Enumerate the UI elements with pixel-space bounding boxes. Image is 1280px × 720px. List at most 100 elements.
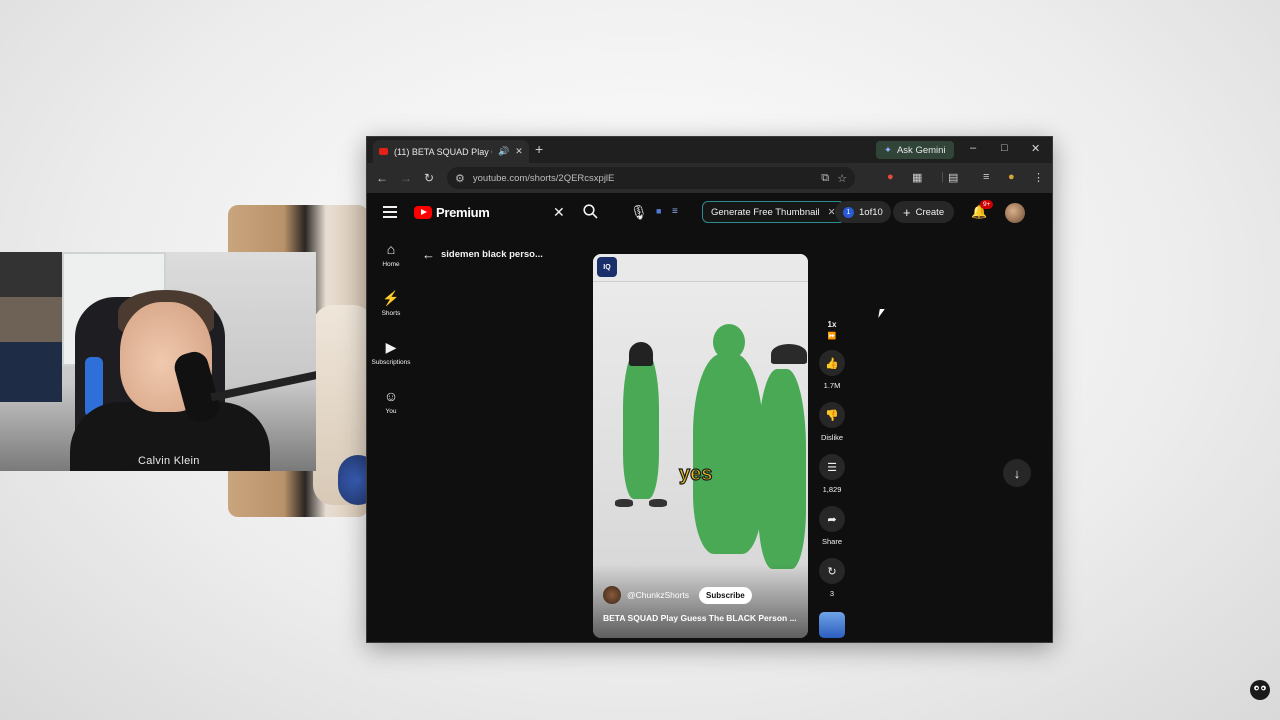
forward-icon[interactable]: → xyxy=(400,171,412,185)
ask-gemini-label: Ask Gemini xyxy=(896,144,946,156)
account-avatar[interactable] xyxy=(1005,203,1025,223)
youtube-play-logo-icon xyxy=(414,206,432,219)
share-button[interactable]: ➦ Share xyxy=(817,506,847,546)
logo-word: Premium xyxy=(436,205,490,220)
like-button[interactable]: 👍 1.7M xyxy=(817,350,847,390)
share-arrow-icon: ➦ xyxy=(819,506,845,532)
youtube-premium-logo[interactable]: Premium xyxy=(414,205,490,220)
maximize-icon[interactable]: □ xyxy=(1001,142,1008,154)
playback-speed-button[interactable]: 1x ⏩ xyxy=(817,314,847,340)
home-icon: ⌂ xyxy=(386,241,396,257)
sidebar-item-label: Subscriptions xyxy=(371,359,411,366)
arrow-down-icon: ↓ xyxy=(1013,465,1021,481)
back-arrow-icon[interactable]: ← xyxy=(422,247,435,262)
green-suit-head xyxy=(713,324,745,360)
minimize-icon[interactable]: – xyxy=(970,142,976,154)
iq-badge[interactable]: IQ xyxy=(597,257,617,277)
reading-list-icon[interactable]: ≡ xyxy=(983,171,989,183)
extension-red-icon[interactable]: ● xyxy=(887,171,894,183)
subscribe-button[interactable]: Subscribe xyxy=(699,586,752,604)
generate-thumbnail-button[interactable]: Generate Free Thumbnail ✕ xyxy=(702,201,845,223)
comment-count: 1,829 xyxy=(822,485,842,494)
ask-gemini-button[interactable]: ✦ Ask Gemini xyxy=(876,141,954,159)
speaker-icon[interactable]: 🔊 xyxy=(498,146,509,157)
profile-avatar-icon[interactable]: ● xyxy=(1008,171,1015,183)
search-icon[interactable] xyxy=(583,204,598,219)
address-bar: ← → ↻ ⚙ youtube.com/shorts/2QERcsxpjlE ⧉… xyxy=(367,163,1052,193)
extensions-puzzle-icon[interactable]: ▦ xyxy=(912,171,922,184)
voice-search-mic-icon[interactable]: 🎙 xyxy=(630,204,648,221)
remix-button[interactable]: ↻ 3 xyxy=(817,558,847,598)
channel-name[interactable]: @ChunkzShorts xyxy=(627,590,689,600)
list-extension-icon[interactable]: ≡ xyxy=(672,206,678,217)
sidebar-item-home[interactable]: ⌂ Home xyxy=(367,241,415,268)
shoe xyxy=(649,499,667,507)
fast-forward-icon: ⏩ xyxy=(827,333,837,340)
black-cap xyxy=(629,342,653,366)
you-icon: ☺ xyxy=(383,388,399,404)
player-top-strip xyxy=(593,254,808,282)
channel-avatar[interactable] xyxy=(603,586,621,604)
search-back-row[interactable]: ← sidemen black perso... xyxy=(422,247,543,262)
window-close-icon[interactable]: ✕ xyxy=(1031,142,1040,155)
black-cap xyxy=(771,344,807,364)
thumbs-up-icon: 👍 xyxy=(819,350,845,376)
sidebar-item-subscriptions[interactable]: ▶ Subscriptions xyxy=(367,339,415,366)
sidebar-item-label: You xyxy=(385,408,397,415)
short-video-player[interactable]: IQ yes @ChunkzShorts Subscribe BETA SQUA… xyxy=(593,254,808,638)
like-count: 1.7M xyxy=(823,381,841,390)
hamburger-menu-icon[interactable] xyxy=(383,206,397,218)
remix-icon: ↻ xyxy=(819,558,845,584)
sidebar-item-shorts[interactable]: ⚡ Shorts xyxy=(367,290,415,317)
share-label: Share xyxy=(821,537,842,546)
sidebar-item-label: Home xyxy=(382,261,400,268)
bookmark-star-icon[interactable]: ☆ xyxy=(837,172,847,185)
green-suit-figure xyxy=(693,354,763,554)
youtube-page: Premium ✕ 🎙 ■ ≡ Generate Free Thumbnail … xyxy=(367,193,1052,642)
comments-button[interactable]: ☰ 1,829 xyxy=(817,454,847,494)
mouse-cursor-icon xyxy=(878,309,885,318)
tab-title: (11) BETA SQUAD Play Guess xyxy=(394,146,492,157)
next-short-button[interactable]: ↓ xyxy=(1003,459,1031,487)
clear-search-icon[interactable]: ✕ xyxy=(553,204,565,221)
dislike-label: Dislike xyxy=(820,433,844,442)
counter-badge: 1 xyxy=(843,206,854,218)
dislike-button[interactable]: 👎 Dislike xyxy=(817,402,847,442)
video-caption: yes xyxy=(678,462,713,485)
create-button[interactable]: + Create xyxy=(893,201,955,223)
speed-label: 1x xyxy=(827,320,837,329)
back-icon[interactable]: ← xyxy=(376,171,388,185)
tab-close-icon[interactable]: ✕ xyxy=(515,146,523,157)
gemini-sparkle-icon: ✦ xyxy=(884,144,892,156)
install-app-icon[interactable]: ⧉ xyxy=(821,172,829,185)
tab-bar: (11) BETA SQUAD Play Guess 🔊 ✕ + ✦ Ask G… xyxy=(367,137,1052,163)
youtube-masthead: Premium ✕ 🎙 ■ ≡ Generate Free Thumbnail … xyxy=(367,193,1052,233)
counter-button[interactable]: 1 1of10 xyxy=(835,201,891,223)
mic-arm xyxy=(210,370,316,402)
url-text[interactable]: youtube.com/shorts/2QERcsxpjlE xyxy=(473,173,615,184)
sidebar-item-you[interactable]: ☺ You xyxy=(367,388,415,415)
reload-icon[interactable]: ↻ xyxy=(424,171,434,185)
youtube-favicon-icon xyxy=(379,148,388,155)
subscriptions-icon: ▶ xyxy=(385,339,397,355)
tab-search-icon[interactable]: ▤ xyxy=(948,171,958,184)
browser-tab[interactable]: (11) BETA SQUAD Play Guess 🔊 ✕ xyxy=(373,140,529,163)
toolbar-divider: | xyxy=(941,171,944,183)
shirt-text: Calvin Klein xyxy=(138,455,200,467)
site-info-icon[interactable]: ⚙ xyxy=(455,172,465,185)
channel-mascot-icon xyxy=(1248,678,1272,702)
sound-thumbnail[interactable] xyxy=(819,612,845,638)
new-tab-icon[interactable]: + xyxy=(535,141,543,157)
create-label: Create xyxy=(915,206,945,218)
green-suit-figure xyxy=(758,369,806,569)
url-omnibox[interactable]: ⚙ youtube.com/shorts/2QERcsxpjlE ⧉ ☆ xyxy=(447,167,855,189)
remix-count: 3 xyxy=(829,589,835,598)
browser-menu-icon[interactable]: ⋮ xyxy=(1033,171,1044,184)
search-query-text: sidemen black perso... xyxy=(441,249,543,260)
webcam-overlay: Calvin Klein xyxy=(0,252,316,471)
iq-extension-icon[interactable]: ■ xyxy=(656,206,661,216)
comment-icon: ☰ xyxy=(819,454,845,480)
notification-count-badge: 9+ xyxy=(980,200,994,209)
webcam-shelf xyxy=(0,252,62,402)
short-title[interactable]: BETA SQUAD Play Guess The BLACK Person .… xyxy=(603,613,797,623)
